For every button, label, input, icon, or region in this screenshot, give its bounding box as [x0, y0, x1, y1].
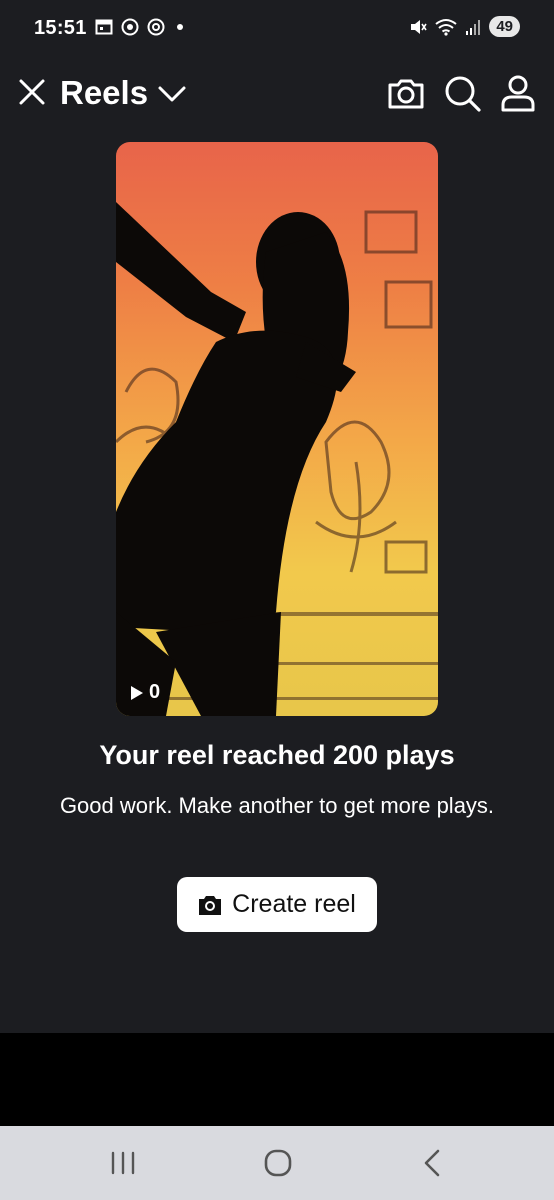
profile-icon[interactable]: [498, 73, 538, 113]
recents-icon[interactable]: [103, 1146, 143, 1180]
status-icons-right: 49: [409, 16, 520, 37]
battery-icon: 49: [489, 16, 520, 37]
mute-icon: [411, 19, 427, 34]
page-title[interactable]: Reels: [60, 74, 148, 112]
reel-image: [116, 202, 438, 716]
calendar-icon: [95, 19, 113, 35]
chevron-down-icon[interactable]: [156, 80, 188, 108]
milestone-headline: Your reel reached 200 plays: [99, 740, 455, 770]
status-icons-left: [95, 18, 183, 36]
reels-header: Reels: [0, 64, 554, 124]
create-reel-button[interactable]: Create reel: [177, 877, 377, 932]
play-count-value: 0: [149, 681, 161, 703]
create-reel-label: Create reel: [232, 890, 356, 918]
threads-icon: [147, 18, 165, 36]
close-icon[interactable]: [16, 76, 48, 108]
chrome-icon: [121, 18, 139, 36]
status-time: 15:51: [34, 17, 87, 39]
bottom-spacer: [0, 1033, 554, 1126]
wifi-icon: [435, 18, 457, 36]
notification-dot-icon: [177, 24, 183, 30]
milestone-subtext: Good work. Make another to get more play…: [59, 793, 495, 818]
status-bar: 15:51 49: [0, 0, 554, 56]
play-count: 0: [130, 681, 160, 704]
back-icon[interactable]: [413, 1146, 453, 1180]
signal-icon: [466, 19, 481, 35]
reel-thumbnail[interactable]: 0: [116, 142, 438, 716]
search-icon[interactable]: [442, 73, 482, 113]
play-icon: [131, 685, 143, 700]
camera-icon: [199, 895, 222, 915]
camera-icon[interactable]: [386, 73, 426, 113]
home-icon[interactable]: [258, 1146, 298, 1180]
system-nav-bar: [0, 1126, 554, 1200]
